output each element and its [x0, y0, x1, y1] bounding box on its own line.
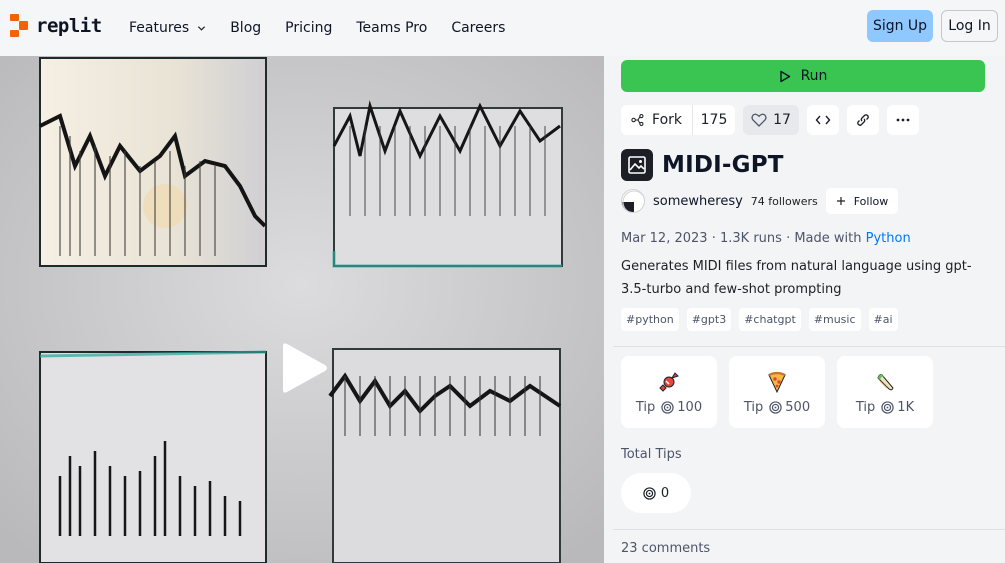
tip-label: Tip — [635, 399, 656, 415]
burrito-icon — [877, 373, 894, 390]
cycles-icon — [881, 400, 894, 414]
divider — [613, 529, 1005, 530]
tag-list: #python #gpt3 #chatgpt #music #ai — [621, 308, 898, 331]
author-username[interactable]: somewheresy — [653, 194, 743, 209]
repl-runs: 1.3K runs — [719, 231, 782, 246]
tag-ai[interactable]: #ai — [868, 308, 898, 331]
copy-link-button[interactable] — [847, 105, 879, 135]
view-code-button[interactable] — [807, 105, 839, 135]
run-button[interactable]: Run — [621, 60, 985, 92]
meta-separator: · — [786, 231, 791, 246]
tag-gpt3[interactable]: #gpt3 — [686, 308, 732, 331]
repl-cover-image[interactable] — [0, 56, 604, 563]
tip-amount: 500 — [785, 399, 811, 415]
nav-careers[interactable]: Careers — [451, 20, 505, 36]
nav-teams-pro[interactable]: Teams Pro — [356, 20, 427, 36]
meta-separator: · — [711, 231, 716, 246]
repl-meta: Mar 12, 2023 · 1.3K runs · Made with Pyt… — [621, 231, 911, 246]
tag-music[interactable]: #music — [808, 308, 861, 331]
total-tips-amount: 0 — [660, 485, 670, 501]
divider — [613, 346, 1005, 347]
author-followers: 74 followers — [750, 194, 818, 208]
plus-icon — [836, 197, 845, 205]
cycles-icon — [769, 400, 782, 414]
follow-label: Follow — [853, 194, 889, 208]
chevron-down-icon — [198, 25, 206, 31]
heart-icon — [751, 113, 767, 127]
fork-label: Fork — [652, 112, 682, 128]
repl-info-panel: Run Fork 175 17 MIDI-GPT somewheresy 74 … — [604, 56, 1005, 563]
cycles-icon — [661, 400, 674, 414]
fork-control: Fork 175 — [621, 105, 735, 135]
like-count: 17 — [773, 112, 791, 128]
tip-options: Tip 100 Tip 500 Tip 1K — [621, 356, 933, 428]
tip-1k-button[interactable]: Tip 1K — [837, 356, 933, 428]
total-tips-label: Total Tips — [621, 447, 682, 462]
code-icon — [815, 115, 831, 125]
log-in-button[interactable]: Log In — [941, 10, 998, 42]
made-with-prefix: Made with — [794, 231, 862, 246]
repl-actions: Fork 175 17 — [621, 105, 919, 135]
fork-icon — [631, 114, 644, 126]
comments-count[interactable]: 23 comments — [621, 541, 710, 556]
candy-icon — [659, 371, 679, 392]
fork-button[interactable]: Fork — [621, 105, 693, 135]
play-icon[interactable] — [279, 342, 329, 394]
total-tips-value: 0 — [621, 473, 691, 513]
tag-python[interactable]: #python — [621, 308, 679, 331]
author-row: somewheresy 74 followers Follow — [621, 188, 899, 214]
follow-button[interactable]: Follow — [825, 188, 899, 214]
link-icon — [857, 114, 869, 126]
cover-artwork — [0, 56, 604, 563]
main-nav: Features Blog Pricing Teams Pro Careers — [129, 0, 529, 56]
repl-title: MIDI-GPT — [662, 152, 784, 178]
tip-500-button[interactable]: Tip 500 — [729, 356, 825, 428]
play-icon — [779, 70, 790, 82]
tag-chatgpt[interactable]: #chatgpt — [739, 308, 801, 331]
sign-up-button[interactable]: Sign Up — [867, 10, 933, 42]
pizza-icon — [768, 371, 786, 393]
cycles-icon — [643, 486, 656, 500]
nav-pricing[interactable]: Pricing — [285, 20, 332, 36]
nav-blog[interactable]: Blog — [230, 20, 261, 36]
top-header: replit Features Blog Pricing Teams Pro C… — [0, 0, 1005, 56]
replit-logo-icon — [10, 14, 28, 38]
more-icon — [896, 118, 910, 122]
repl-title-row: MIDI-GPT — [621, 149, 784, 181]
repl-image-icon — [621, 149, 653, 181]
like-button[interactable]: 17 — [743, 105, 799, 135]
language-link[interactable]: Python — [866, 231, 911, 246]
tip-amount: 1K — [897, 399, 915, 415]
tip-100-button[interactable]: Tip 100 — [621, 356, 717, 428]
avatar[interactable] — [621, 189, 645, 213]
repl-date: Mar 12, 2023 — [621, 231, 708, 246]
tip-label: Tip — [743, 399, 764, 415]
replit-logo[interactable]: replit — [10, 14, 102, 38]
nav-features[interactable]: Features — [129, 20, 206, 36]
fork-count[interactable]: 175 — [693, 112, 735, 128]
logo-wordmark: replit — [36, 15, 102, 37]
tip-amount: 100 — [677, 399, 703, 415]
more-options-button[interactable] — [887, 105, 919, 135]
nav-features-label: Features — [129, 20, 190, 36]
run-label: Run — [800, 68, 828, 84]
tip-label: Tip — [855, 399, 876, 415]
repl-description: Generates MIDI files from natural langua… — [621, 259, 972, 297]
